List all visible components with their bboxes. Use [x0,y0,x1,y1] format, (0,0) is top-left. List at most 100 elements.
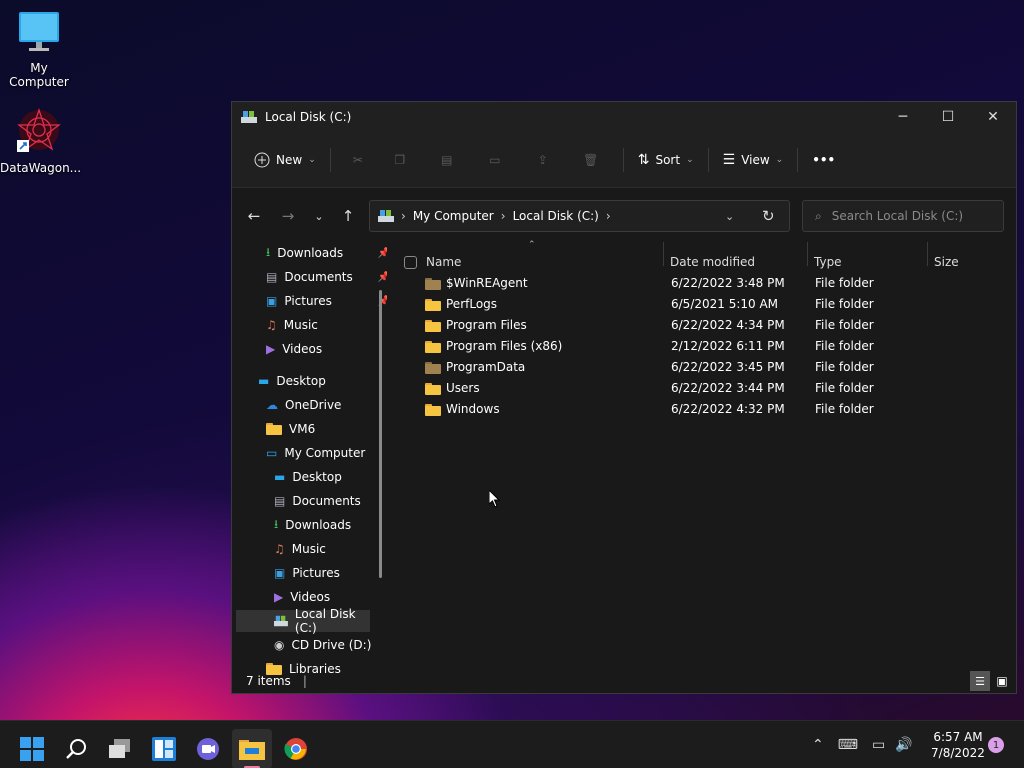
start-button[interactable] [12,729,52,768]
folder-icon [425,278,441,290]
sort-ascending-icon: ⌃ [528,240,536,250]
copy-button[interactable]: ❐ [377,144,423,176]
column-header-size[interactable]: Size [934,250,1004,274]
sidebar-item-local-disk[interactable]: Local Disk (C:) [236,607,370,635]
file-row-programdata[interactable]: ProgramData 6/22/2022 3:45 PM File folde… [392,357,1002,378]
tiles-view-button[interactable]: ▣ [992,671,1012,691]
document-icon: ▤ [274,494,286,508]
sidebar-item-pictures[interactable]: ▣ Pictures 📌 [266,290,387,312]
column-divider [663,242,664,266]
column-header-date-modified[interactable]: Date modified [670,250,800,274]
search-button[interactable] [56,729,96,768]
navigation-pane: ⭳ Downloads 📌 ▤ Documents 📌 ▣ Pictures 📌 ♫ Musi… [232,242,387,676]
chrome-button[interactable] [276,729,316,768]
file-row-users[interactable]: Users 6/22/2022 3:44 PM File folder [392,378,1002,399]
cloud-icon: ☁ [266,398,278,412]
network-icon[interactable]: ▭ [872,737,885,753]
sidebar-item-desktop[interactable]: ▬ Desktop [258,370,326,392]
minimize-button[interactable]: ─ [880,102,926,132]
divider [797,147,799,172]
task-view-button[interactable] [100,729,140,768]
breadcrumb-local-disk[interactable]: Local Disk (C:) [513,209,599,223]
monitor-icon [19,12,59,51]
widgets-button[interactable] [144,729,184,768]
file-list: Name ⌃ Date modified Type Size $WinREAge… [392,240,1012,764]
sidebar-item-documents[interactable]: ▤ Documents 📌 [266,266,387,288]
desktop-icon: ▬ [258,374,270,388]
breadcrumb-separator: › [401,209,406,223]
details-view-button[interactable]: ☰ [970,671,990,691]
scissors-icon: ✂ [352,152,363,167]
rename-button[interactable]: ▭ [471,144,519,176]
file-row-winreagent[interactable]: $WinREAgent 6/22/2022 3:48 PM File folde… [392,273,1002,294]
file-row-perflogs[interactable]: PerfLogs 6/5/2021 5:10 AM File folder [392,294,1002,315]
show-hidden-icons-button[interactable]: ⌃ [812,737,824,753]
task-view-icon [109,739,130,758]
select-all-checkbox[interactable] [404,256,417,269]
up-button[interactable]: ↑ [334,200,362,232]
cut-button[interactable]: ✂ [339,144,377,176]
address-dropdown-button[interactable]: ⌄ [725,210,734,223]
sidebar-item-pc-downloads[interactable]: ⭳ Downloads [274,514,351,536]
sort-button[interactable]: ⇅ Sort ⌄ [632,144,700,176]
more-options-button[interactable]: ••• [806,144,841,176]
chat-icon [197,738,219,760]
status-bar: 7 items | ☰ ▣ [232,669,1016,693]
refresh-button[interactable]: ↻ [762,207,775,225]
view-button[interactable]: ☰ View ⌄ [717,144,790,176]
chevron-down-icon: ⌄ [308,154,316,165]
file-row-program-files-x86[interactable]: Program Files (x86) 2/12/2022 6:11 PM Fi… [392,336,1002,357]
clipboard-icon: ▤ [441,152,453,167]
title-bar[interactable]: Local Disk (C:) ─ ☐ ✕ [232,102,1016,132]
file-explorer-taskbar-button[interactable] [232,729,272,768]
chevron-down-icon: ⌄ [686,154,694,165]
sidebar-item-downloads[interactable]: ⭳ Downloads 📌 [266,242,387,264]
sidebar-item-onedrive[interactable]: ☁ OneDrive [266,394,341,416]
delete-button[interactable]: 🗑 [567,144,615,176]
sidebar-item-vm6[interactable]: VM6 [266,418,315,440]
address-bar[interactable]: › My Computer › Local Disk (C:) › ⌄ ↻ [369,200,790,232]
trash-icon: 🗑 [583,152,599,167]
volume-icon[interactable]: 🔊 [895,737,912,753]
share-button[interactable]: ⇪ [519,144,567,176]
sidebar-item-videos[interactable]: ▶ Videos [266,338,322,360]
clock[interactable]: 6:57 AM 7/8/2022 [926,729,990,761]
sidebar-item-pc-pictures[interactable]: ▣ Pictures [274,562,340,584]
command-bar: New ⌄ ✂ ❐ ▤ ▭ ⇪ 🗑 ⇅ Sort ⌄ ☰ View ⌄ ••• [232,132,1016,188]
sidebar-item-pc-videos[interactable]: ▶ Videos [274,586,330,608]
start-icon [20,737,44,761]
view-lines-icon: ☰ [722,151,736,168]
desktop-icon-label: My Computer [9,61,69,89]
column-header-type[interactable]: Type [814,250,914,274]
sidebar-item-pc-music[interactable]: ♫ Music [274,538,326,560]
keyboard-icon[interactable]: ⌨ [838,737,858,753]
widgets-icon [152,737,176,761]
notification-badge[interactable]: 1 [988,737,1004,753]
sidebar-item-music[interactable]: ♫ Music [266,314,318,336]
new-button[interactable]: New ⌄ [248,144,322,176]
sidebar-item-pc-documents[interactable]: ▤ Documents [274,490,361,512]
search-input[interactable]: ⌕ Search Local Disk (C:) [802,200,1004,232]
pin-icon: 📌 [377,247,387,259]
sidebar-scrollbar[interactable] [379,290,382,578]
copy-icon: ❐ [394,152,406,167]
sidebar-item-pc-desktop[interactable]: ▬ Desktop [274,466,342,488]
breadcrumb-my-computer[interactable]: My Computer [413,209,494,223]
paste-button[interactable]: ▤ [423,144,471,176]
recent-locations-button[interactable]: ⌄ [305,200,333,232]
clock-date: 7/8/2022 [931,746,985,760]
clock-time: 6:57 AM [933,730,983,744]
sidebar-item-cd-drive[interactable]: ◉ CD Drive (D:) [274,634,371,656]
chat-button[interactable] [188,729,228,768]
column-header-name[interactable]: Name [426,250,662,274]
back-button[interactable]: ← [240,200,268,232]
maximize-button[interactable]: ☐ [925,102,971,132]
forward-button[interactable]: → [274,200,302,232]
close-button[interactable]: ✕ [970,102,1016,132]
column-divider [807,242,808,266]
sidebar-item-my-computer[interactable]: ▭ My Computer [266,442,365,464]
desktop-icon-my-computer[interactable]: My Computer [0,10,78,89]
file-row-program-files[interactable]: Program Files 6/22/2022 4:34 PM File fol… [392,315,1002,336]
desktop-icon-datawagon[interactable]: DataWagon... [0,106,81,175]
file-row-windows[interactable]: Windows 6/22/2022 4:32 PM File folder [392,399,1002,420]
